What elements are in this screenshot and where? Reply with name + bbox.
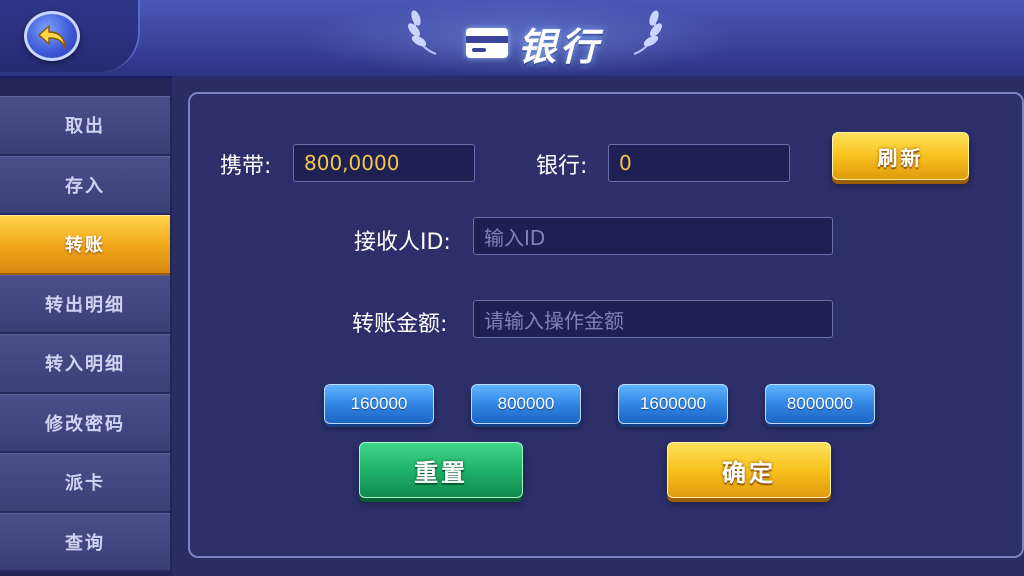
confirm-button[interactable]: 确定	[667, 442, 831, 498]
sidebar-item-transfer-in-details[interactable]: 转入明细	[0, 334, 170, 394]
quick-amount-label: 800000	[497, 394, 555, 413]
sidebar-item-query[interactable]: 查询	[0, 512, 170, 572]
bank-card-icon	[466, 28, 508, 58]
sidebar-item-label: 转出明细	[45, 294, 125, 316]
quick-amount-label: 1600000	[639, 394, 707, 413]
carry-value-field: 800,0000	[293, 144, 475, 182]
confirm-button-label: 确定	[722, 458, 776, 487]
bank-label: 银行:	[536, 154, 588, 179]
title-group: 银行	[400, 6, 670, 69]
sidebar-item-deposit[interactable]: 存入	[0, 155, 170, 215]
refresh-button-label: 刷新	[877, 145, 924, 170]
sidebar-item-label: 转账	[65, 235, 105, 257]
transfer-amount-label: 转账金额:	[352, 312, 448, 337]
transfer-amount-input[interactable]: 请输入操作金额	[473, 300, 833, 338]
quick-amount-button[interactable]: 160000	[324, 384, 434, 424]
sidebar-item-label: 查询	[65, 532, 105, 554]
back-button-frame	[0, 0, 140, 72]
page-title: 银行	[518, 25, 603, 69]
transfer-panel: 携带: 800,0000 银行: 0 刷新 接收人ID: 输入ID 转账金额: …	[188, 92, 1024, 558]
reset-button[interactable]: 重置	[359, 442, 523, 498]
sidebar-item-label: 存入	[65, 175, 105, 197]
header-bar: 银行	[0, 0, 1024, 78]
sidebar-item-transfer[interactable]: 转账	[0, 215, 170, 275]
back-button[interactable]	[24, 11, 80, 61]
back-arrow-icon	[38, 25, 66, 49]
laurel-right-icon	[633, 10, 662, 55]
receiver-id-label: 接收人ID:	[354, 230, 451, 255]
bank-value-field: 0	[608, 144, 790, 182]
quick-amount-button[interactable]: 8000000	[765, 384, 875, 424]
sidebar-item-label: 派卡	[65, 473, 105, 495]
quick-amount-button[interactable]: 1600000	[618, 384, 728, 424]
quick-amount-label: 160000	[350, 394, 408, 413]
receiver-id-input[interactable]: 输入ID	[473, 217, 833, 255]
sidebar-item-label: 取出	[65, 116, 105, 138]
sidebar-item-issue-card[interactable]: 派卡	[0, 453, 170, 513]
carry-label: 携带:	[220, 154, 272, 179]
quick-amount-button[interactable]: 800000	[471, 384, 581, 424]
sidebar-item-transfer-out-details[interactable]: 转出明细	[0, 274, 170, 334]
reset-button-label: 重置	[414, 458, 468, 487]
sidebar-menu: 取出 存入 转账 转出明细 转入明细 修改密码 派卡 查询	[0, 96, 170, 576]
refresh-button[interactable]: 刷新	[832, 132, 969, 180]
quick-amount-label: 8000000	[786, 394, 854, 413]
laurel-left-icon	[408, 10, 437, 55]
sidebar-item-label: 转入明细	[45, 354, 125, 376]
sidebar-item-withdraw[interactable]: 取出	[0, 96, 170, 156]
sidebar-item-label: 修改密码	[45, 413, 125, 435]
sidebar-item-change-password[interactable]: 修改密码	[0, 393, 170, 453]
